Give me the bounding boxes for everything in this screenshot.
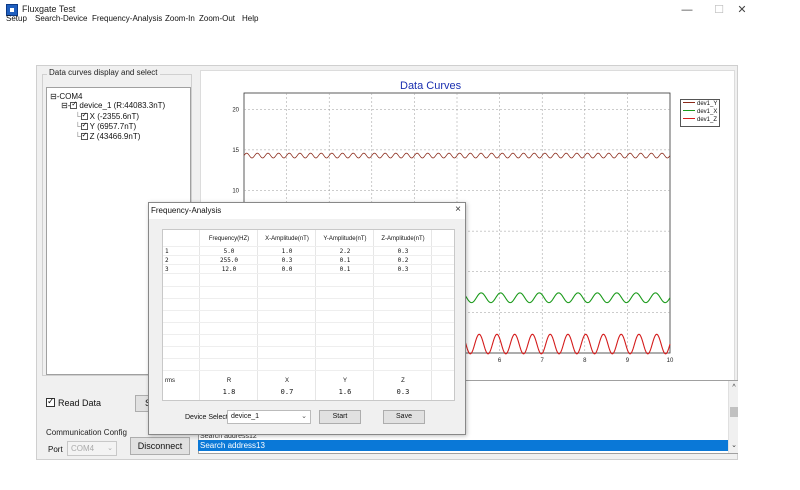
table-cell: 12.0 (221, 266, 237, 273)
tree-device[interactable]: ⊟- device_1 (R:44083.3nT) (61, 100, 166, 110)
table-cell: 0.3 (397, 248, 409, 255)
disconnect-button[interactable]: Disconnect (130, 437, 190, 455)
log-scrollbar[interactable]: ^ ⌄ (728, 381, 738, 453)
x-tick-label: 7 (541, 358, 545, 364)
menu-setup[interactable]: Setup (6, 14, 27, 23)
read-data-row[interactable]: Read Data (46, 396, 102, 408)
channel-x-label: X (-2355.6nT) (89, 112, 140, 121)
frequency-analysis-dialog: Frequency-Analysis × Frequency(HZ) X-Amp… (148, 202, 466, 435)
read-data-label: Read Data (58, 398, 102, 408)
header-x-amplitude: X-Amplitude(nT) (265, 236, 309, 242)
table-cell: 0.1 (339, 266, 351, 273)
window-title: Fluxgate Test (22, 4, 76, 14)
menu-bar: Setup Search-Device Frequency-Analysis Z… (0, 14, 800, 26)
app-window: Fluxgate Test — ☐ ✕ Setup Search-Device … (0, 0, 800, 490)
table-cell: 0.0 (281, 266, 293, 273)
device-selects-label: Device Selects (185, 414, 232, 421)
analysis-grid[interactable]: Frequency(HZ) X-Amplitude(nT) Y-Amplitud… (162, 229, 455, 401)
table-cell: 1.0 (281, 248, 293, 255)
log-line-selected[interactable]: Search address13 (198, 440, 728, 451)
x-tick-label: 10 (667, 358, 674, 364)
legend-item: dev1_X (681, 108, 719, 116)
menu-zoom-in[interactable]: Zoom-In (165, 14, 195, 23)
rms-header-r: R (226, 378, 232, 384)
dialog-title-bar: Frequency-Analysis × (149, 203, 465, 219)
collapse-icon[interactable]: ⊟- (61, 101, 70, 110)
table-cell: 255.0 (219, 257, 239, 264)
x-tick-label: 6 (498, 358, 502, 364)
legend-swatch (683, 110, 695, 111)
header-y-amplitude: Y-Amplitude(nT) (323, 236, 367, 242)
tree-channel-y[interactable]: └Y (6957.7nT) (75, 121, 137, 131)
device-checkbox[interactable] (70, 100, 78, 109)
rms-value-r: 1.8 (222, 388, 236, 396)
chart-legend: dev1_Y dev1_X dev1_Z (680, 99, 720, 127)
header-z-amplitude: Z-Amplitude(nT) (381, 236, 425, 242)
legend-item: dev1_Z (681, 116, 719, 124)
table-cell: 0.1 (339, 257, 351, 264)
table-cell: 5.0 (223, 248, 235, 255)
device-select-value: device_1 (231, 413, 260, 420)
x-tick-label: 9 (626, 358, 630, 364)
legend-swatch (683, 102, 695, 103)
channel-y-label: Y (6957.7nT) (89, 122, 137, 131)
save-button[interactable]: Save (383, 410, 425, 424)
tree-channel-x[interactable]: └X (-2355.6nT) (75, 111, 140, 121)
device-select[interactable]: device_1 ⌄ (227, 410, 311, 424)
curves-group-title: Data curves display and select (47, 68, 160, 77)
dialog-title: Frequency-Analysis (151, 206, 222, 215)
rms-header-z: Z (401, 378, 405, 384)
menu-search-device[interactable]: Search-Device (35, 14, 87, 23)
rms-header-y: Y (342, 378, 347, 384)
menu-zoom-out[interactable]: Zoom-Out (199, 14, 235, 23)
rms-value-y: 1.6 (338, 388, 352, 396)
chevron-down-icon: ⌄ (107, 445, 113, 452)
scroll-down-icon[interactable]: ⌄ (729, 441, 739, 451)
channel-z-checkbox[interactable] (80, 131, 88, 140)
read-data-checkbox[interactable] (46, 396, 55, 407)
x-tick-label: 8 (583, 358, 587, 364)
menu-frequency-analysis[interactable]: Frequency-Analysis (92, 14, 162, 23)
row-index: 3 (165, 266, 169, 273)
scroll-thumb[interactable] (730, 407, 738, 417)
channel-z-label: Z (43466.9nT) (89, 132, 141, 141)
menu-help[interactable]: Help (242, 14, 258, 23)
legend-swatch (683, 118, 695, 119)
channel-x-checkbox[interactable] (80, 111, 88, 120)
legend-label: dev1_X (697, 109, 718, 115)
table-cell: 0.3 (397, 266, 409, 273)
rms-label: rms (165, 378, 175, 384)
table-cell: 0.3 (281, 257, 293, 264)
table-cell: 2.2 (339, 248, 351, 255)
series-line-dev1_X (456, 292, 671, 304)
port-label: Port (48, 445, 63, 454)
legend-label: dev1_Y (697, 101, 718, 107)
legend-item: dev1_Y (681, 100, 719, 108)
port-value: COM4 (71, 444, 95, 453)
port-select[interactable]: COM4 ⌄ (67, 441, 117, 456)
header-frequency: Frequency(HZ) (208, 236, 250, 242)
dialog-close-button[interactable]: × (455, 204, 461, 215)
row-index: 2 (165, 257, 169, 264)
tree-channel-z[interactable]: └Z (43466.9nT) (75, 131, 141, 141)
series-line-dev1_Z (456, 333, 671, 355)
legend-label: dev1_Z (697, 117, 718, 123)
tree-device-label: device_1 (R:44083.3nT) (79, 101, 166, 110)
channel-y-checkbox[interactable] (80, 121, 88, 130)
start-button[interactable]: Start (319, 410, 361, 424)
rms-value-z: 0.3 (396, 388, 410, 396)
tree-root[interactable]: ⊟-COM4 (50, 92, 83, 101)
y-tick-label: 20 (232, 107, 239, 113)
row-index: 1 (165, 248, 169, 255)
rms-value-x: 0.7 (280, 388, 294, 396)
y-tick-label: 10 (232, 189, 239, 195)
collapse-icon[interactable]: ⊟- (50, 92, 59, 101)
chevron-down-icon: ⌄ (301, 413, 307, 420)
comm-config-title: Communication Config (46, 428, 127, 437)
rms-header-x: X (284, 378, 289, 384)
table-cell: 0.2 (397, 257, 409, 264)
y-tick-label: 15 (232, 148, 239, 154)
scroll-up-icon[interactable]: ^ (729, 383, 739, 393)
